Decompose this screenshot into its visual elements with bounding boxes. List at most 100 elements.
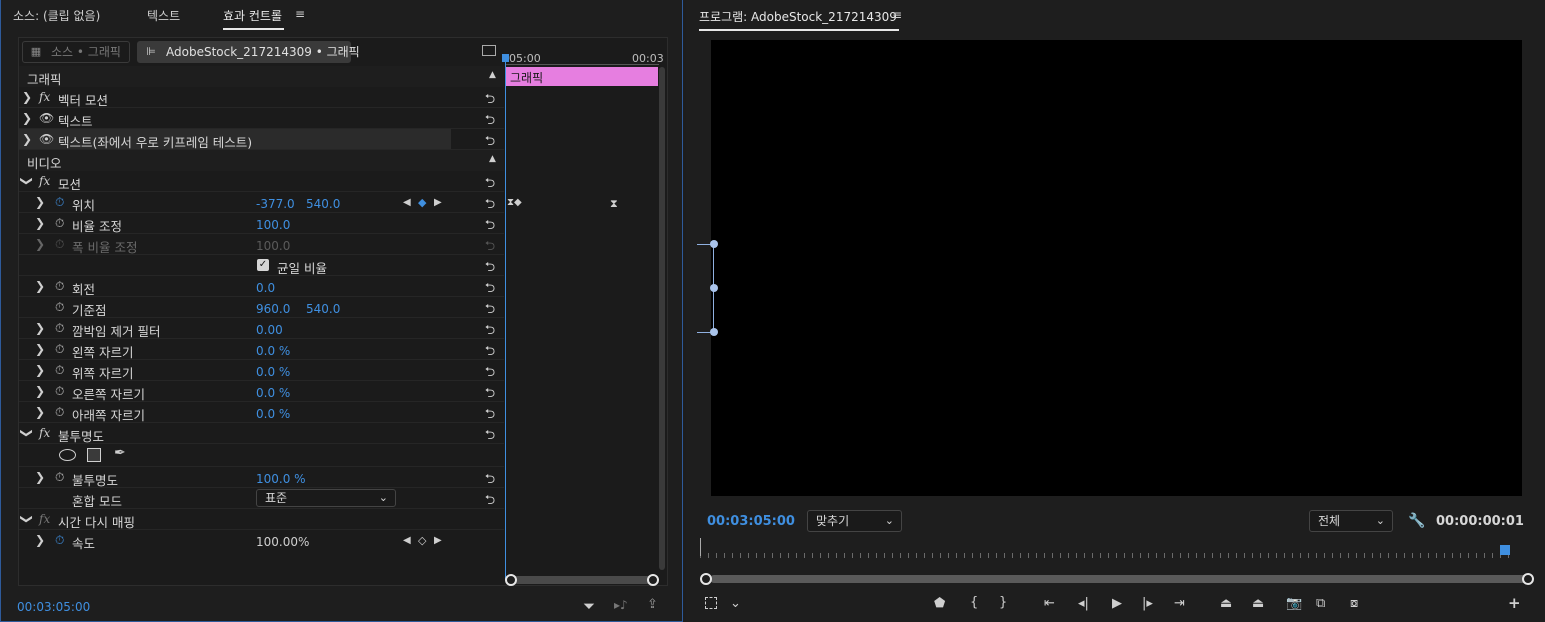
clip-chip[interactable]: ⊫ AdobeStock_217214309 • 그래픽 xyxy=(137,41,360,63)
effect-row-text-keyframe[interactable]: ❯ 👁 텍스트(좌에서 우로 키프레임 테스트) ⮌ xyxy=(19,129,504,150)
reset-icon[interactable]: ⮌ xyxy=(480,300,500,317)
filter-icon[interactable]: ⏷ xyxy=(583,597,595,615)
property-row-scale[interactable]: ❯ ⏱ 비율 조정 100.0 ⮌ xyxy=(19,213,504,234)
keyframe-marker-icon[interactable]: ⧗◆ xyxy=(507,197,522,208)
scroll-handle-right[interactable] xyxy=(647,574,659,586)
crop-left-value[interactable]: 0.0 % xyxy=(256,344,290,358)
property-row-crop-top[interactable]: ❯ ⏱ 위쪽 자르기 0.0 % ⮌ xyxy=(19,360,504,381)
chevron-right-icon[interactable]: ❯ xyxy=(35,237,45,251)
stopwatch-icon[interactable]: ⏱ xyxy=(55,342,64,357)
playback-quality-select[interactable]: 전체 ⌄ xyxy=(1309,510,1393,532)
wrench-icon[interactable]: 🔧 xyxy=(1408,513,1425,529)
playhead-timecode[interactable]: 00:03:05:00 xyxy=(707,514,795,529)
collapse-up-icon[interactable]: ▲ xyxy=(489,154,496,164)
rotation-value[interactable]: 0.0 xyxy=(256,281,275,295)
eye-icon[interactable]: 👁 xyxy=(39,132,54,146)
safe-margins-icon[interactable] xyxy=(705,597,717,609)
keyframe-marker-icon[interactable]: ⧗ xyxy=(610,197,618,211)
reset-icon[interactable]: ⮌ xyxy=(480,195,500,212)
property-row-blend-mode[interactable]: 혼합 모드 표준 ⌄ ⮌ xyxy=(19,488,504,509)
chevron-right-icon[interactable]: ❯ xyxy=(35,470,45,484)
property-row-speed[interactable]: ❯ ⏱ 속도 100.00% ◀ ◇ ▶ xyxy=(19,530,504,551)
crop-bottom-value[interactable]: 0.0 % xyxy=(256,407,290,421)
effect-row-opacity[interactable]: ❯ fx 불투명도 ⮌ xyxy=(19,423,504,444)
timeline-ruler[interactable]: 05:00 00:03 xyxy=(506,50,664,67)
reset-icon[interactable]: ⮌ xyxy=(480,279,500,296)
mark-out-icon[interactable]: } xyxy=(999,595,1007,610)
reset-icon[interactable]: ⮌ xyxy=(480,132,500,149)
horizontal-scrollbar[interactable] xyxy=(510,576,653,584)
add-button-icon[interactable]: + xyxy=(1508,594,1521,612)
toggle-timeline-icon[interactable] xyxy=(482,45,496,56)
stopwatch-icon[interactable]: ⏱ xyxy=(55,216,64,231)
chevron-right-icon[interactable]: ❯ xyxy=(35,195,45,209)
flicker-value[interactable]: 0.00 xyxy=(256,323,283,337)
playhead-line[interactable] xyxy=(505,55,506,580)
stopwatch-icon[interactable]: ⏱ xyxy=(55,279,64,294)
chevron-down-icon[interactable]: ❯ xyxy=(20,514,34,524)
prev-keyframe-icon[interactable]: ◀ xyxy=(403,535,411,546)
uniform-scale-checkbox[interactable]: ✓ xyxy=(257,259,269,271)
pen-mask-icon[interactable]: ✒ xyxy=(114,445,126,461)
prev-keyframe-icon[interactable]: ◀ xyxy=(403,197,411,208)
stopwatch-icon[interactable]: ⏱ xyxy=(55,363,64,378)
blend-mode-select[interactable]: 표준 ⌄ xyxy=(256,489,396,507)
opacity-value[interactable]: 100.0 % xyxy=(256,472,306,486)
chevron-down-icon[interactable]: ⌄ xyxy=(730,596,741,611)
ellipse-mask-icon[interactable] xyxy=(59,449,76,461)
compare-view-icon[interactable]: ⧉ xyxy=(1316,596,1325,611)
position-x-value[interactable]: -377.0 xyxy=(256,197,295,211)
property-row-crop-bottom[interactable]: ❯ ⏱ 아래쪽 자르기 0.0 % ⮌ xyxy=(19,402,504,423)
reset-icon[interactable]: ⮌ xyxy=(480,384,500,401)
chevron-right-icon[interactable]: ❯ xyxy=(22,111,32,125)
chevron-down-icon[interactable]: ❯ xyxy=(20,176,34,186)
reset-icon[interactable]: ⮌ xyxy=(480,363,500,380)
anchor-x-value[interactable]: 960.0 xyxy=(256,302,290,316)
tab-text[interactable]: 텍스트 xyxy=(147,7,180,24)
effect-row-motion[interactable]: ❯ fx 모션 ⮌ xyxy=(19,171,504,192)
export-icon[interactable]: ⇪ xyxy=(647,597,658,612)
video-canvas[interactable] xyxy=(697,40,1522,496)
go-to-in-icon[interactable]: ⇤ xyxy=(1044,596,1055,611)
chevron-right-icon[interactable]: ❯ xyxy=(35,363,45,377)
collapse-up-icon[interactable]: ▲ xyxy=(489,70,496,80)
chevron-right-icon[interactable]: ❯ xyxy=(35,405,45,419)
current-timecode[interactable]: 00:03:05:00 xyxy=(17,600,90,614)
program-monitor-title[interactable]: 프로그램: AdobeStock_217214309 xyxy=(699,8,899,31)
reset-icon[interactable]: ⮌ xyxy=(480,258,500,275)
next-keyframe-icon[interactable]: ▶ xyxy=(434,535,442,546)
extract-icon[interactable]: ⏏ xyxy=(1252,596,1264,611)
playhead-marker[interactable] xyxy=(1500,545,1510,555)
position-y-value[interactable]: 540.0 xyxy=(306,197,340,211)
reset-icon[interactable]: ⮌ xyxy=(480,174,500,191)
playhead-handle[interactable] xyxy=(502,54,509,62)
chevron-right-icon[interactable]: ❯ xyxy=(35,384,45,398)
property-row-anchor[interactable]: ⏱ 기준점 960.0 540.0 ⮌ xyxy=(19,297,504,318)
reset-icon[interactable]: ⮌ xyxy=(480,342,500,359)
add-keyframe-icon[interactable]: ◆ xyxy=(418,196,426,209)
chevron-right-icon[interactable]: ❯ xyxy=(35,342,45,356)
transform-handle-top[interactable] xyxy=(710,240,718,248)
stopwatch-icon[interactable]: ⏱ xyxy=(55,533,64,548)
panel-menu-icon[interactable]: ≡ xyxy=(892,8,902,22)
property-row-opacity[interactable]: ❯ ⏱ 불투명도 100.0 % ⮌ xyxy=(19,467,504,488)
fx-icon[interactable]: fx xyxy=(39,174,50,188)
stopwatch-icon[interactable]: ⏱ xyxy=(55,300,64,315)
effect-row-vector-motion[interactable]: ❯ fx 벡터 모션 ⮌ xyxy=(19,87,504,108)
panel-menu-icon[interactable]: ≡ xyxy=(295,7,305,21)
property-row-rotation[interactable]: ❯ ⏱ 회전 0.0 ⮌ xyxy=(19,276,504,297)
zoom-handle-right[interactable] xyxy=(1522,573,1534,585)
effect-row-time-remap[interactable]: ❯ fx 시간 다시 매핑 xyxy=(19,509,504,530)
go-to-out-icon[interactable]: ⇥ xyxy=(1174,596,1185,611)
chevron-right-icon[interactable]: ❯ xyxy=(22,90,32,104)
property-row-flicker[interactable]: ❯ ⏱ 깜박임 제거 필터 0.00 ⮌ xyxy=(19,318,504,339)
source-chip[interactable]: ▦ 소스 • 그래픽 xyxy=(22,41,130,63)
crop-right-value[interactable]: 0.0 % xyxy=(256,386,290,400)
chevron-right-icon[interactable]: ❯ xyxy=(22,132,32,146)
play-icon[interactable]: ▶ xyxy=(1112,596,1122,611)
step-forward-icon[interactable]: |▸ xyxy=(1142,596,1153,611)
add-marker-icon[interactable]: ⬟ xyxy=(934,596,945,611)
stopwatch-icon[interactable]: ⏱ xyxy=(55,405,64,420)
reset-icon[interactable]: ⮌ xyxy=(480,111,500,128)
property-row-position[interactable]: ❯ ⏱ 위치 -377.0 540.0 ◀ ◆ ▶ ⮌ xyxy=(19,192,504,213)
